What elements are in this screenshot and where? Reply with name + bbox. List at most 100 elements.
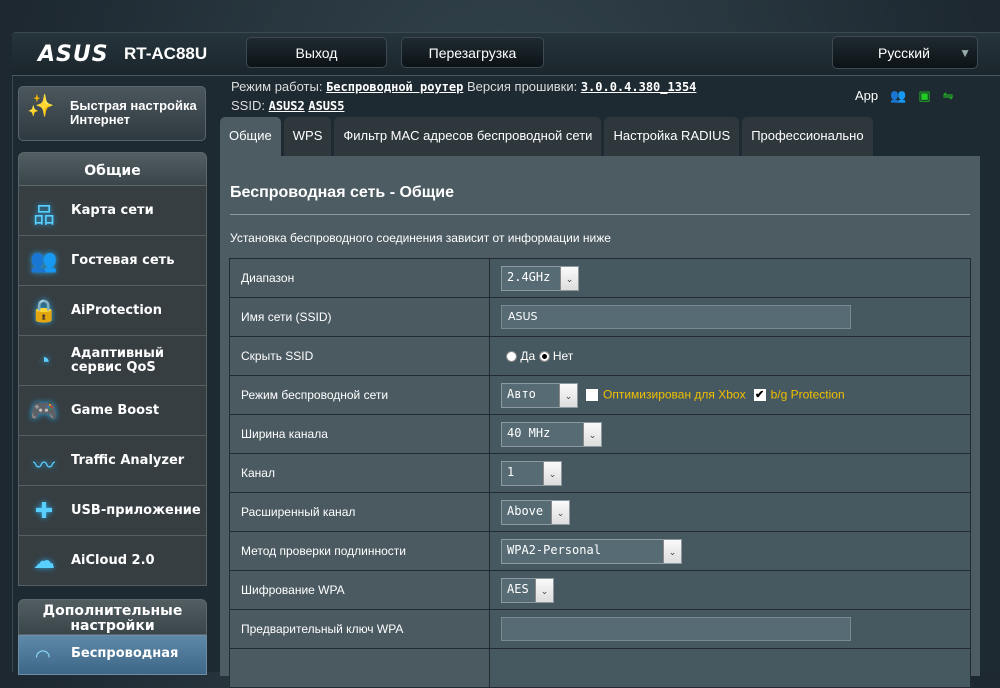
- channel-select[interactable]: 1 ⌄: [501, 460, 562, 486]
- network-status-icon[interactable]: ▣: [918, 88, 930, 104]
- sidebar-item[interactable]: 👥 Гостевая сеть: [18, 236, 207, 286]
- auth-method-value: WPA2-Personal: [507, 542, 601, 557]
- band-value: 2.4GHz: [507, 269, 551, 284]
- sidebar-item-label: Карта сети: [71, 202, 154, 218]
- model-name: RT-AC88U: [124, 44, 208, 63]
- quick-setup-line2: Интернет: [70, 112, 131, 127]
- table-row: Канал 1 ⌄: [229, 453, 971, 493]
- traffic-chart-icon: 〰: [32, 453, 55, 478]
- app-link[interactable]: App: [855, 88, 878, 104]
- magic-wand-icon: ✨: [27, 93, 55, 118]
- sidebar-item[interactable]: 🔒 AiProtection: [18, 286, 207, 336]
- table-row: Диапазон 2.4GHz ⌄: [229, 258, 971, 298]
- sidebar-advanced: Дополнительные настройки ◠ Беспроводная: [18, 599, 207, 675]
- guest-network-icon: 👥: [30, 248, 58, 273]
- no-label: Нет: [552, 349, 574, 363]
- ext-channel-value: Above: [507, 503, 544, 518]
- ssid-label: Имя сети (SSID): [229, 297, 490, 337]
- firmware-link[interactable]: 3.0.0.4.380_1354: [581, 80, 697, 94]
- chevron-down-icon: ⌄: [663, 539, 681, 563]
- wpa-encryption-select[interactable]: AES ⌄: [501, 577, 554, 603]
- auth-method-label: Метод проверки подлинности: [229, 531, 490, 571]
- gamepad-icon: 🎮: [30, 398, 58, 423]
- hide-ssid-no-radio[interactable]: [538, 351, 550, 363]
- chevron-down-icon: ⌄: [583, 422, 601, 446]
- divider: [230, 214, 970, 215]
- dropdown-arrow-icon: ▼: [959, 46, 971, 60]
- table-row: Предварительный ключ WPA: [229, 609, 971, 649]
- hide-ssid-label: Скрыть SSID: [229, 336, 490, 376]
- clients-icon[interactable]: 👥: [890, 88, 906, 104]
- channel-width-select[interactable]: 40 MHz ⌄: [501, 421, 602, 447]
- band-label: Диапазон: [229, 258, 490, 298]
- sidebar-item[interactable]: ☁ AiCloud 2.0: [18, 536, 207, 586]
- table-row: Метод проверки подлинности WPA2-Personal ⌄: [229, 531, 971, 571]
- tab-general[interactable]: Общие: [220, 117, 281, 156]
- ssid-info: SSID: ASUS2 ASUS5: [231, 98, 344, 113]
- band-select[interactable]: 2.4GHz ⌄: [501, 265, 579, 291]
- wpa-encryption-value: AES: [507, 581, 529, 596]
- bg-protection-checkbox[interactable]: ✔: [753, 389, 766, 401]
- sidebar-item-label: Адаптивный сервис QoS: [71, 345, 165, 375]
- reboot-button[interactable]: Перезагрузка: [401, 37, 544, 68]
- wireless-mode-value: Авто: [507, 386, 536, 401]
- chevron-down-icon: ⌄: [543, 461, 561, 485]
- sidebar-item[interactable]: 🎮 Game Boost: [18, 386, 207, 436]
- quick-internet-setup-button[interactable]: ✨ Быстрая настройка Интернет: [18, 86, 206, 141]
- puzzle-icon: ✚: [34, 498, 54, 523]
- table-row: Режим беспроводной сети Авто ⌄ Оптимизирова…: [229, 375, 971, 415]
- ssid-link-2g[interactable]: ASUS2: [269, 99, 305, 113]
- sidebar-item-label: AiCloud 2.0: [71, 552, 155, 568]
- ssid-input[interactable]: ASUS: [501, 305, 851, 329]
- channel-label: Канал: [229, 453, 490, 493]
- yes-label: Да: [520, 349, 536, 363]
- page-title: Беспроводная сеть - Общие: [230, 184, 455, 201]
- table-row: Имя сети (SSID) ASUS: [229, 297, 971, 337]
- language-select[interactable]: Русский ▼: [832, 36, 978, 69]
- tab-radius[interactable]: Настройка RADIUS: [604, 117, 740, 156]
- ext-channel-select[interactable]: Above ⌄: [501, 499, 570, 525]
- auth-method-select[interactable]: WPA2-Personal ⌄: [501, 538, 682, 564]
- channel-width-label: Ширина канала: [229, 414, 490, 454]
- status-icons: App 👥 ▣ ⇋: [855, 88, 954, 104]
- chevron-down-icon: ⌄: [559, 383, 577, 407]
- table-row: Шифрование WPA AES ⌄: [229, 570, 971, 610]
- wireless-mode-select[interactable]: Авто ⌄: [501, 382, 578, 408]
- ssid-link-5g[interactable]: ASUS5: [308, 99, 344, 113]
- page-description: Установка беспроводного соединения завис…: [230, 231, 611, 245]
- usb-icon[interactable]: ⇋: [943, 88, 954, 104]
- xbox-checkbox[interactable]: [586, 389, 598, 401]
- sidebar-item-label: AiProtection: [71, 302, 162, 318]
- wpa-key-label: Предварительный ключ WPA: [229, 609, 490, 649]
- wpa-key-input[interactable]: [501, 617, 851, 641]
- table-row: [229, 648, 971, 688]
- tab-bar: Общие WPS Фильтр MAC адресов беспроводно…: [220, 117, 873, 156]
- sidebar-item-label: Гостевая сеть: [71, 252, 175, 268]
- lock-icon: 🔒: [30, 298, 58, 323]
- sidebar-item[interactable]: 〰 Traffic Analyzer: [18, 436, 207, 486]
- ext-channel-label: Расширенный канал: [229, 492, 490, 532]
- bg-protection-label: b/g Protection: [770, 387, 845, 402]
- table-row: Скрыть SSID Да Нет: [229, 336, 971, 376]
- hide-ssid-yes-radio[interactable]: [506, 351, 517, 363]
- sidebar-item[interactable]: ✚ USB-приложение: [18, 486, 207, 536]
- xbox-label: Оптимизирован для Xbox: [603, 387, 746, 402]
- sidebar-item-wireless[interactable]: ◠ Беспроводная: [18, 635, 207, 675]
- sidebar-general-title: Общие: [18, 152, 207, 186]
- sidebar-item[interactable]: 品 Карта сети: [18, 186, 207, 236]
- asus-logo: ASUS: [38, 42, 109, 67]
- logout-button[interactable]: Выход: [246, 37, 387, 68]
- cloud-home-icon: ☁: [33, 548, 55, 573]
- mode-label: Режим работы:: [231, 79, 323, 94]
- sidebar-item[interactable]: ◔ Адаптивный сервис QoS: [18, 336, 207, 386]
- tab-wps[interactable]: WPS: [283, 117, 332, 156]
- mode-link[interactable]: Беспроводной роутер: [326, 80, 463, 94]
- tab-professional[interactable]: Профессионально: [742, 117, 873, 156]
- ssid-label: SSID:: [231, 98, 265, 113]
- channel-value: 1: [507, 464, 515, 479]
- sidebar-general: Общие 品 Карта сети 👥 Гостевая сеть 🔒 AiProtec…: [18, 152, 207, 586]
- tab-mac-filter[interactable]: Фильтр MAC адресов беспроводной сети: [334, 117, 602, 156]
- chevron-down-icon: ⌄: [535, 578, 553, 602]
- wpa-encryption-label: Шифрование WPA: [229, 570, 490, 610]
- firmware-label: Версия прошивки:: [466, 79, 578, 94]
